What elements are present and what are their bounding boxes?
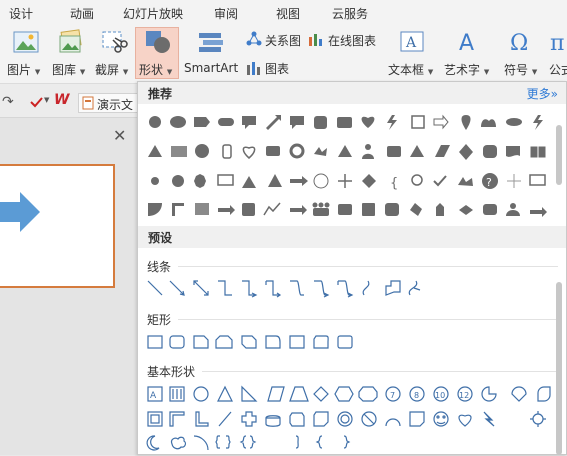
shapes-label: 形状 [139, 63, 164, 77]
svg-text:A: A [150, 391, 157, 401]
chart-label: 图表 [265, 62, 290, 76]
tab-cloud[interactable]: 云服务 [332, 5, 368, 22]
svg-text:?: ? [486, 176, 492, 189]
svg-text:A: A [405, 35, 417, 51]
picture-label: 图片 [7, 63, 32, 77]
format-painter-icon[interactable] [30, 96, 44, 108]
tab-animation[interactable]: 动画 [70, 5, 94, 22]
gallery-icon [59, 29, 82, 53]
online-chart-icon [309, 34, 322, 46]
shapes-icon [146, 31, 170, 53]
more-label: 更多 [526, 87, 551, 101]
svg-text:π: π [550, 31, 564, 56]
smartart-icon [199, 33, 223, 52]
shapes-dropdown-panel: 推荐 更多» {? 预设 线条 矩形 基本形状 A 7 8 10 12 [137, 81, 567, 455]
slide-thumbnail[interactable] [0, 164, 115, 288]
wordart-icon: A [459, 31, 474, 56]
omega-icon: Ω [510, 31, 528, 56]
pi-icon: π [550, 31, 564, 56]
rectangles-divider [178, 319, 558, 320]
screenshot-button[interactable]: 截屏 ▼ [93, 30, 133, 80]
tab-view[interactable]: 视图 [276, 5, 300, 22]
svg-text:A: A [459, 31, 474, 56]
smartart-label: SmartArt [184, 61, 239, 75]
tab-design[interactable]: 设计 [9, 5, 33, 22]
panel-scrollbar-top[interactable] [556, 125, 562, 185]
lines-shapes-row[interactable] [138, 278, 566, 300]
formula-label: 公式 [549, 63, 567, 77]
double-chevron-icon: » [550, 87, 558, 101]
arrow-shape [0, 192, 40, 232]
textbox-icon: A [400, 31, 424, 52]
symbol-label: 符号 [504, 63, 529, 77]
screenshot-label: 截屏 [95, 63, 120, 77]
recommended-title: 推荐 [148, 87, 173, 101]
rectangles-label: 矩形 [147, 313, 172, 327]
preset-title: 预设 [148, 231, 173, 245]
preset-header: 预设 [138, 226, 566, 248]
more-link[interactable]: 更多» [527, 85, 558, 102]
shapes-button[interactable]: 形状 ▼ [137, 30, 177, 80]
basic-shapes-grid[interactable]: A 7 8 10 12 [138, 384, 566, 456]
panel-scrollbar[interactable] [556, 282, 562, 455]
textbox-button[interactable]: A 文本框 ▼ [388, 30, 438, 80]
redo-icon[interactable]: ↷ [2, 94, 14, 110]
wps-logo-icon: W [54, 92, 70, 108]
wordart-label: 艺术字 [444, 63, 481, 77]
tab-slideshow[interactable]: 幻灯片放映 [123, 5, 183, 22]
chart-button[interactable]: 图表 [246, 59, 296, 77]
doc-tab-label: 演示文 [97, 98, 134, 112]
smartart-button[interactable]: SmartArt [183, 30, 241, 80]
dropdown-caret-icon[interactable]: ▼ [44, 96, 49, 104]
symbol-button[interactable]: Ω 符号 ▼ [503, 30, 543, 80]
relationship-label: 关系图 [265, 34, 302, 48]
recommended-shapes-grid[interactable]: { ? [138, 104, 566, 234]
chart-icon [247, 62, 260, 75]
quick-access-bar: ↷ ▼ W 演示文 [0, 84, 140, 118]
relationship-button[interactable]: 关系图 [246, 30, 304, 48]
rectangle-shapes-row[interactable] [138, 333, 566, 353]
scissors-icon [102, 31, 128, 53]
formula-button[interactable]: π 公式 [547, 30, 567, 80]
tab-review[interactable]: 审阅 [214, 5, 238, 22]
menu-bar: 设计 动画 幻灯片放映 审阅 视图 云服务 [0, 0, 567, 24]
relationship-icon [246, 31, 262, 46]
svg-text:{: { [390, 176, 398, 191]
online-chart-button[interactable]: 在线图表 [308, 30, 380, 48]
picture-icon [13, 31, 39, 53]
lines-label: 线条 [147, 260, 172, 274]
gallery-label: 图库 [52, 63, 77, 77]
gallery-button[interactable]: 图库 ▼ [50, 29, 90, 80]
svg-text:10: 10 [435, 391, 445, 400]
textbox-label: 文本框 [388, 63, 425, 77]
recommended-header: 推荐 更多» [138, 82, 566, 104]
svg-text:7: 7 [390, 391, 395, 400]
picture-button[interactable]: 图片 ▼ [5, 30, 45, 80]
doc-tab[interactable]: 演示文 [78, 93, 140, 113]
svg-text:12: 12 [459, 391, 469, 400]
basic-shapes-divider [202, 371, 558, 372]
svg-text:Ω: Ω [510, 31, 528, 56]
online-chart-label: 在线图表 [328, 34, 377, 48]
ppt-file-icon [82, 96, 94, 110]
basic-shapes-label: 基本形状 [147, 365, 196, 379]
lines-divider [178, 266, 558, 267]
svg-text:8: 8 [414, 391, 419, 400]
wordart-button[interactable]: A 艺术字 ▼ [443, 30, 495, 80]
close-icon[interactable]: ✕ [113, 126, 126, 145]
